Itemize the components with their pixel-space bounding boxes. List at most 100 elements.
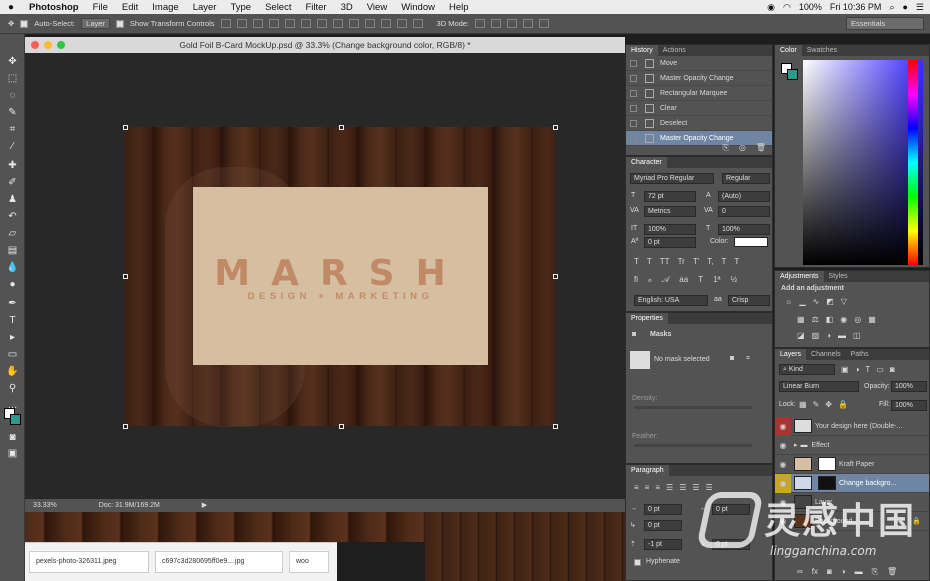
- leading-field[interactable]: (Auto): [718, 191, 770, 202]
- layer-row[interactable]: ◉ ▸ ▬ Effect: [775, 436, 929, 455]
- history-brush-tool-icon[interactable]: ↶: [6, 211, 19, 222]
- visibility-eye-icon[interactable]: ◉: [775, 441, 791, 450]
- transform-handle-tr[interactable]: [553, 125, 558, 130]
- vertical-scale-field[interactable]: 100%: [644, 224, 696, 235]
- kerning-field[interactable]: Metrics: [644, 206, 696, 217]
- vector-mask-icon[interactable]: ⌗: [746, 355, 750, 363]
- black-white-icon[interactable]: ◧: [826, 315, 834, 324]
- 3d-slide-icon[interactable]: [523, 19, 534, 28]
- transform-handle-mr[interactable]: [553, 274, 558, 279]
- tab-swatches[interactable]: Swatches: [802, 45, 842, 56]
- snapshot-icon[interactable]: ◎: [739, 143, 746, 153]
- exposure-icon[interactable]: ◩: [826, 297, 834, 306]
- subscript-glyph[interactable]: T,: [707, 257, 713, 266]
- zoom-level[interactable]: 33.33%: [33, 502, 57, 509]
- align-right-icon[interactable]: [300, 19, 311, 28]
- brush-tool-icon[interactable]: ✐: [6, 177, 19, 188]
- tracking-field[interactable]: 0: [718, 206, 770, 217]
- menu-3d[interactable]: 3D: [334, 2, 360, 13]
- apple-icon[interactable]: ●: [0, 2, 22, 13]
- lock-pixels-icon[interactable]: ✎: [813, 400, 820, 409]
- layer-row[interactable]: ◉ Kraft Paper: [775, 455, 929, 474]
- new-group-icon[interactable]: ▬: [855, 567, 863, 577]
- menu-app[interactable]: Photoshop: [22, 2, 86, 13]
- curves-icon[interactable]: ∿: [813, 297, 820, 306]
- visibility-eye-icon[interactable]: ◉: [775, 416, 791, 436]
- close-window-button[interactable]: [31, 41, 39, 49]
- screen-mode-icon[interactable]: ▣: [6, 448, 19, 459]
- gradient-map-icon[interactable]: ▬: [838, 331, 846, 340]
- healing-tool-icon[interactable]: ✚: [6, 160, 19, 171]
- titling-icon[interactable]: T: [698, 275, 703, 285]
- link-layers-icon[interactable]: ∞: [797, 567, 803, 577]
- clock[interactable]: Fri 10:36 PM: [830, 2, 882, 12]
- tab-paths[interactable]: Paths: [846, 349, 874, 360]
- 3d-roll-icon[interactable]: [491, 19, 502, 28]
- faux-bold-glyph[interactable]: T: [634, 257, 639, 266]
- filter-smart-icon[interactable]: ◙: [890, 365, 895, 374]
- text-color-swatch[interactable]: [734, 237, 768, 247]
- path-select-tool-icon[interactable]: ▸: [6, 332, 19, 343]
- indent-left-field[interactable]: 0 pt: [644, 504, 682, 515]
- quick-mask-icon[interactable]: ◙: [6, 432, 19, 443]
- auto-select-dropdown[interactable]: Layer: [81, 18, 110, 29]
- align-center-text-icon[interactable]: ≡: [645, 483, 650, 492]
- 3d-scale-icon[interactable]: [539, 19, 550, 28]
- new-layer-icon[interactable]: ⎘: [872, 567, 878, 577]
- add-mask-icon[interactable]: ◙: [827, 567, 832, 577]
- transform-handle-bm[interactable]: [339, 424, 344, 429]
- density-slider[interactable]: [634, 406, 752, 409]
- opacity-field[interactable]: 100%: [891, 381, 927, 392]
- ordinals-icon[interactable]: 1ª: [713, 275, 720, 285]
- history-item[interactable]: Clear: [626, 101, 772, 116]
- shape-tool-icon[interactable]: ▭: [6, 349, 19, 360]
- ligature-icon[interactable]: fi: [634, 275, 638, 285]
- document-titlebar[interactable]: Gold Foil B-Card MockUp.psd @ 33.3% (Cha…: [25, 37, 625, 53]
- quick-select-tool-icon[interactable]: ✎: [6, 107, 19, 118]
- canvas[interactable]: MARSH DESIGN + MARKETING: [25, 53, 625, 499]
- status-arrow-icon[interactable]: ▶: [202, 502, 207, 509]
- align-center-icon[interactable]: [284, 19, 295, 28]
- filter-pixel-icon[interactable]: ▣: [841, 365, 849, 374]
- history-item[interactable]: Move: [626, 56, 772, 71]
- bg-color-swatch[interactable]: [787, 69, 798, 80]
- invert-icon[interactable]: ◪: [797, 331, 805, 340]
- menu-list-icon[interactable]: ☰: [916, 2, 924, 13]
- delete-layer-icon[interactable]: 🗑: [887, 567, 897, 577]
- history-item[interactable]: Deselect: [626, 116, 772, 131]
- menu-select[interactable]: Select: [258, 2, 298, 13]
- show-transform-checkbox[interactable]: [115, 19, 124, 28]
- menu-edit[interactable]: Edit: [115, 2, 145, 13]
- menu-type[interactable]: Type: [223, 2, 258, 13]
- distribute-icon-3[interactable]: [348, 19, 359, 28]
- channel-mixer-icon[interactable]: ◎: [854, 315, 861, 324]
- crop-tool-icon[interactable]: ⌗: [6, 124, 19, 135]
- download-item[interactable]: c697c3d280695ff0e9....jpg: [155, 551, 283, 573]
- move-tool-icon[interactable]: ✥: [8, 19, 14, 28]
- transform-handle-bl[interactable]: [123, 424, 128, 429]
- distribute-icon-6[interactable]: [396, 19, 407, 28]
- user-avatar[interactable]: ●: [902, 2, 907, 12]
- first-line-indent-field[interactable]: 0 pt: [644, 520, 682, 531]
- 3d-rotate-icon[interactable]: [475, 19, 486, 28]
- background-color-swatch[interactable]: [10, 414, 21, 425]
- lock-all-icon[interactable]: 🔒: [838, 400, 848, 409]
- baseline-shift-field[interactable]: 0 pt: [644, 237, 696, 248]
- font-family-dropdown[interactable]: Myriad Pro Regular: [630, 173, 714, 184]
- wifi-icon[interactable]: ◠: [783, 2, 791, 13]
- transform-handle-ml[interactable]: [123, 274, 128, 279]
- alternates-icon[interactable]: aa: [679, 275, 688, 285]
- underline-glyph[interactable]: T: [721, 257, 726, 266]
- strikethrough-glyph[interactable]: T: [734, 257, 739, 266]
- tab-properties[interactable]: Properties: [626, 313, 668, 324]
- selective-color-icon[interactable]: ◫: [853, 331, 861, 340]
- layer-row[interactable]: ◉ Your design here (Double-...: [775, 416, 929, 436]
- visibility-eye-icon[interactable]: ◉: [775, 460, 791, 469]
- move-tool-icon[interactable]: ✥: [6, 56, 19, 67]
- type-tool-icon[interactable]: T: [6, 315, 19, 326]
- marquee-tool-icon[interactable]: ⬚: [6, 73, 19, 84]
- photo-filter-icon[interactable]: ◉: [840, 315, 847, 324]
- workspace-dropdown[interactable]: Essentials: [846, 17, 924, 30]
- brightness-icon[interactable]: ☼: [785, 297, 792, 306]
- tab-character[interactable]: Character: [626, 157, 667, 168]
